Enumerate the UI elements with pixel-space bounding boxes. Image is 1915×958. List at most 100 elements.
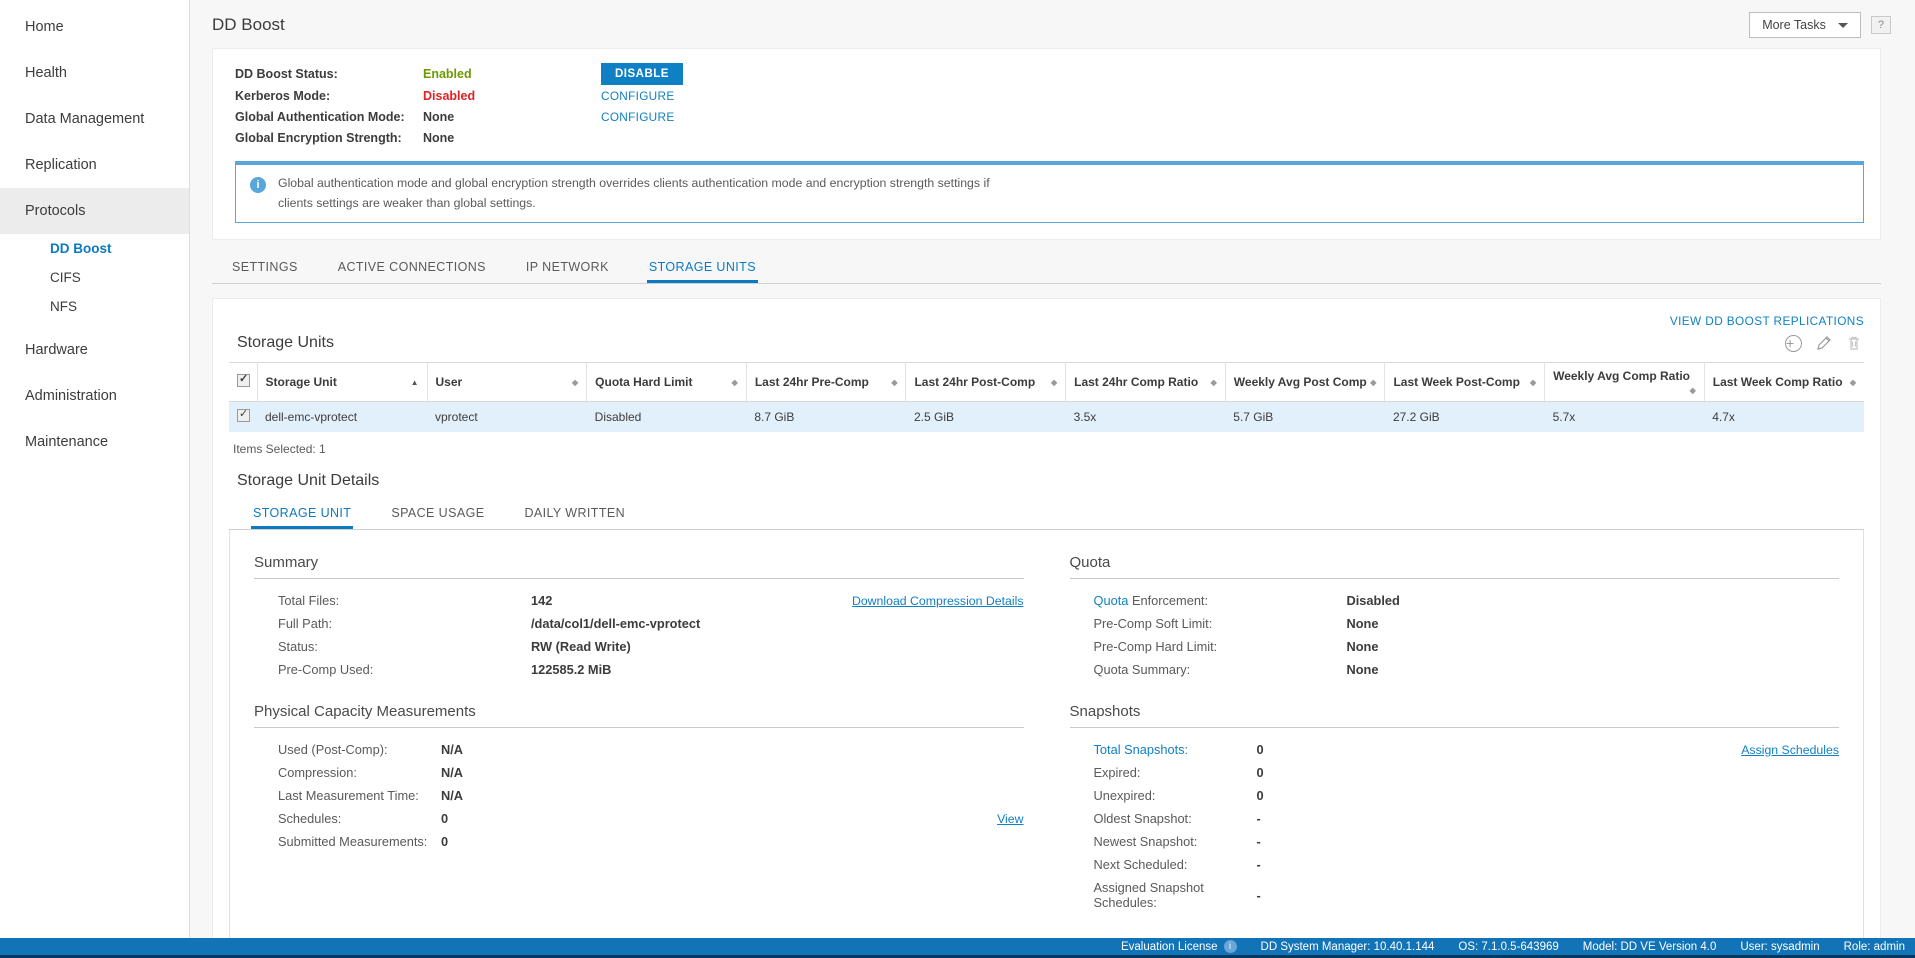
tab-settings[interactable]: SETTINGS	[230, 250, 300, 283]
sort-icon[interactable]: ◆	[891, 378, 897, 387]
column-header-lastweek-ratio[interactable]: Last Week Comp Ratio◆	[1704, 363, 1864, 402]
def-label: Submitted Measurements:	[278, 834, 441, 849]
def-label: Status:	[278, 639, 531, 654]
def-label: Oldest Snapshot:	[1094, 811, 1257, 826]
sort-icon[interactable]: ◆	[732, 378, 738, 387]
column-header-weekly-ratio[interactable]: Weekly Avg Comp Ratio◆	[1545, 363, 1705, 402]
summary-section: Summary Total Files: 142 Download Compre…	[254, 554, 1024, 681]
status-row: Global Authentication Mode: None CONFIGU…	[235, 106, 1864, 127]
def-label: Full Path:	[278, 616, 531, 631]
view-link[interactable]: View	[997, 812, 1023, 826]
details-tabs: STORAGE UNIT SPACE USAGE DAILY WRITTEN	[229, 496, 1864, 530]
tab-space-usage[interactable]: SPACE USAGE	[389, 496, 486, 529]
sidebar-item-home[interactable]: Home	[0, 4, 189, 50]
sidebar-item-health[interactable]: Health	[0, 50, 189, 96]
column-header-lastweek-postcomp[interactable]: Last Week Post-Comp◆	[1385, 363, 1545, 402]
tab-active-connections[interactable]: ACTIVE CONNECTIONS	[336, 250, 488, 283]
snapshots-title: Snapshots	[1070, 703, 1840, 728]
column-header-last24-precomp[interactable]: Last 24hr Pre-Comp◆	[746, 363, 906, 402]
def-label: Last Measurement Time:	[278, 788, 441, 803]
sidebar-item-protocols[interactable]: Protocols	[0, 188, 189, 234]
sidebar-item-data-management[interactable]: Data Management	[0, 96, 189, 142]
cell-lastweek-postcomp: 27.2 GiB	[1385, 402, 1545, 433]
more-tasks-label: More Tasks	[1762, 18, 1826, 32]
delete-storage-unit-icon[interactable]	[1846, 335, 1862, 351]
column-header-last24-postcomp[interactable]: Last 24hr Post-Comp◆	[906, 363, 1066, 402]
sidebar-item-administration[interactable]: Administration	[0, 373, 189, 419]
cell-lastweek-ratio: 4.7x	[1704, 402, 1864, 433]
role-info: Role: admin	[1844, 941, 1905, 953]
status-label: Global Authentication Mode:	[235, 110, 423, 124]
select-all-cell	[229, 363, 257, 402]
status-value: RW (Read Write)	[531, 639, 631, 654]
sidebar-item-maintenance[interactable]: Maintenance	[0, 419, 189, 465]
assign-schedules-link[interactable]: Assign Schedules	[1741, 743, 1839, 757]
storage-units-header: Storage Units +	[213, 330, 1880, 360]
storage-units-title: Storage Units	[237, 334, 334, 352]
precomp-soft-limit-value: None	[1347, 616, 1379, 631]
sidebar-item-nfs[interactable]: NFS	[0, 292, 189, 321]
used-postcomp-value: N/A	[441, 742, 463, 757]
compression-value: N/A	[441, 765, 463, 780]
tab-storage-unit[interactable]: STORAGE UNIT	[251, 496, 353, 529]
def-label: Newest Snapshot:	[1094, 834, 1257, 849]
view-dd-boost-replications-link[interactable]: VIEW DD BOOST REPLICATIONS	[1670, 314, 1864, 328]
edit-storage-unit-icon[interactable]	[1816, 335, 1832, 351]
sort-icon[interactable]: ◆	[1530, 378, 1536, 387]
def-label: Next Scheduled:	[1094, 857, 1257, 872]
sidebar-item-replication[interactable]: Replication	[0, 142, 189, 188]
model-info: Model: DD VE Version 4.0	[1583, 941, 1717, 953]
info-banner: i Global authentication mode and global …	[235, 161, 1864, 223]
table-row[interactable]: dell-emc-vprotect vprotect Disabled 8.7 …	[229, 402, 1864, 433]
column-header-storage-unit[interactable]: Storage Unit▲	[257, 363, 427, 402]
def-label: Quota Summary:	[1094, 662, 1347, 677]
submitted-measurements-value: 0	[441, 834, 448, 849]
sort-icon[interactable]: ◆	[1690, 386, 1696, 395]
user-info: User: sysadmin	[1740, 941, 1819, 953]
help-button[interactable]: ?	[1871, 16, 1891, 34]
disable-button[interactable]: DISABLE	[601, 63, 683, 85]
tab-ip-network[interactable]: IP NETWORK	[524, 250, 611, 283]
select-all-checkbox[interactable]	[237, 374, 250, 387]
physical-capacity-section: Physical Capacity Measurements Used (Pos…	[254, 703, 1024, 853]
dd-boost-status-card: DD Boost Status: Enabled DISABLE Kerbero…	[212, 48, 1881, 240]
snapshots-section: Snapshots Total Snapshots: 0 Assign Sche…	[1070, 703, 1840, 914]
column-header-user[interactable]: User◆	[427, 363, 587, 402]
column-header-quota-hard-limit[interactable]: Quota Hard Limit◆	[587, 363, 747, 402]
sidebar-item-dd-boost[interactable]: DD Boost	[0, 234, 189, 263]
storage-units-table: Storage Unit▲ User◆ Quota Hard Limit◆ La…	[229, 362, 1864, 432]
configure-kerberos-link[interactable]: CONFIGURE	[601, 89, 1864, 103]
sort-asc-icon[interactable]: ▲	[411, 378, 419, 387]
add-storage-unit-icon[interactable]: +	[1785, 335, 1802, 352]
tab-daily-written[interactable]: DAILY WRITTEN	[522, 496, 627, 529]
sort-icon[interactable]: ◆	[572, 378, 578, 387]
cell-weekly-postcomp: 5.7 GiB	[1225, 402, 1385, 433]
sort-icon[interactable]: ◆	[1370, 378, 1376, 387]
details-content: Summary Total Files: 142 Download Compre…	[229, 530, 1864, 938]
configure-auth-link[interactable]: CONFIGURE	[601, 110, 1864, 124]
quota-link[interactable]: Quota	[1094, 593, 1129, 608]
newest-snapshot-value: -	[1257, 834, 1261, 849]
column-header-weekly-postcomp[interactable]: Weekly Avg Post Comp◆	[1225, 363, 1385, 402]
quota-summary-value: None	[1347, 662, 1379, 677]
download-compression-details-link[interactable]: Download Compression Details	[852, 594, 1024, 608]
sidebar: Home Health Data Management Replication …	[0, 0, 190, 938]
quota-title: Quota	[1070, 554, 1840, 579]
info-banner-text: Global authentication mode and global en…	[278, 174, 1020, 213]
column-header-last24-ratio[interactable]: Last 24hr Comp Ratio◆	[1066, 363, 1226, 402]
sidebar-item-cifs[interactable]: CIFS	[0, 263, 189, 292]
row-checkbox[interactable]	[237, 409, 250, 422]
status-label: Kerberos Mode:	[235, 89, 423, 103]
sort-icon[interactable]: ◆	[1211, 378, 1217, 387]
full-path-value: /data/col1/dell-emc-vprotect	[531, 616, 700, 631]
sort-icon[interactable]: ◆	[1850, 378, 1856, 387]
license-info-icon[interactable]: i	[1224, 940, 1237, 953]
status-label: Global Encryption Strength:	[235, 131, 423, 145]
more-tasks-button[interactable]: More Tasks	[1749, 12, 1861, 38]
status-row: Kerberos Mode: Disabled CONFIGURE	[235, 85, 1864, 106]
sidebar-item-hardware[interactable]: Hardware	[0, 327, 189, 373]
sort-icon[interactable]: ◆	[1051, 378, 1057, 387]
total-snapshots-link[interactable]: Total Snapshots:	[1094, 742, 1189, 757]
tab-storage-units[interactable]: STORAGE UNITS	[647, 250, 758, 283]
system-manager-version: DD System Manager: 10.40.1.144	[1261, 941, 1435, 953]
